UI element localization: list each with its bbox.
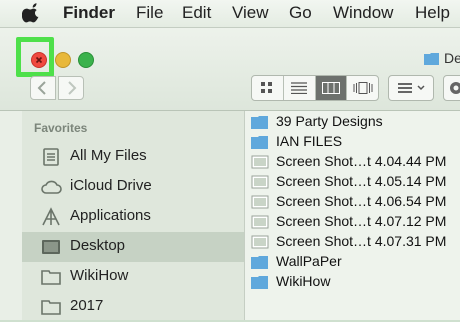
sidebar-item-icloud-drive[interactable]: iCloud Drive [22, 172, 244, 202]
list-item[interactable]: Screen Shot…t 4.07.12 PM [245, 212, 460, 232]
all-files-icon [43, 148, 59, 166]
file-name: Screen Shot…t 4.06.54 PM [276, 193, 447, 209]
image-file-icon [251, 235, 269, 249]
chevron-left-icon [37, 81, 46, 95]
gear-icon [450, 82, 460, 94]
action-button[interactable] [443, 75, 460, 101]
view-mode-group [251, 75, 379, 101]
finder-window: De Favorites All My Files iCloud Drive A… [0, 28, 460, 320]
sidebar-item-label: WikiHow [70, 267, 129, 284]
menu-window[interactable]: Window [333, 3, 393, 23]
sidebar-item-label: All My Files [70, 147, 147, 164]
menu-finder[interactable]: Finder [63, 3, 115, 23]
folder-icon [41, 270, 61, 285]
cover-flow-icon [353, 82, 373, 94]
sidebar-item-2017[interactable]: 2017 [22, 292, 244, 322]
icon-view-button[interactable] [252, 76, 284, 100]
list-view-button[interactable] [284, 76, 316, 100]
file-name: WikiHow [276, 273, 331, 289]
sidebar-item-label: iCloud Drive [70, 177, 152, 194]
folder-icon [251, 256, 268, 269]
minimize-button[interactable] [55, 52, 71, 68]
menu-view[interactable]: View [232, 3, 269, 23]
list-item[interactable]: Screen Shot…t 4.05.14 PM [245, 172, 460, 192]
folder-icon [251, 276, 268, 289]
file-name: Screen Shot…t 4.04.44 PM [276, 153, 447, 169]
menu-file[interactable]: File [136, 3, 163, 23]
image-file-icon [251, 175, 269, 189]
sidebar-item-label: Applications [70, 207, 151, 224]
file-name: 39 Party Designs [276, 113, 383, 129]
sidebar-item-wikihow[interactable]: WikiHow [22, 262, 244, 292]
image-file-icon [251, 195, 269, 209]
window-toolbar: De [0, 28, 460, 111]
sidebar-item-desktop[interactable]: Desktop [22, 232, 244, 262]
file-name: WallPaPer [276, 253, 342, 269]
sidebar-item-all-my-files[interactable]: All My Files [22, 142, 244, 172]
folder-icon [251, 136, 268, 149]
file-name: Screen Shot…t 4.05.14 PM [276, 173, 447, 189]
sidebar-item-label: 2017 [70, 297, 104, 314]
cloud-icon [41, 180, 62, 194]
image-file-icon [251, 215, 269, 229]
folder-icon [424, 53, 439, 65]
folder-icon [251, 116, 268, 129]
sidebar-item-label: Desktop [70, 237, 126, 254]
list-item[interactable]: IAN FILES [245, 132, 460, 152]
menu-help[interactable]: Help [415, 3, 450, 23]
window-title: De [444, 50, 460, 66]
column-view-button[interactable] [315, 76, 348, 100]
highlight-box [16, 37, 54, 77]
list-item[interactable]: Screen Shot…t 4.07.31 PM [245, 232, 460, 252]
chevron-right-icon [68, 81, 77, 95]
sidebar-item-applications[interactable]: Applications [22, 202, 244, 232]
list-item[interactable]: WikiHow [245, 272, 460, 292]
file-list: 39 Party Designs IAN FILES Screen Shot…t… [245, 111, 460, 320]
folder-icon [41, 300, 61, 315]
file-name: IAN FILES [276, 133, 343, 149]
sidebar: Favorites All My Files iCloud Drive Appl… [22, 111, 245, 320]
list-icon [291, 82, 308, 94]
zoom-button[interactable] [78, 52, 94, 68]
menu-bar: Finder File Edit View Go Window Help [0, 0, 460, 28]
list-item[interactable]: WallPaPer [245, 252, 460, 272]
list-item[interactable]: Screen Shot…t 4.06.54 PM [245, 192, 460, 212]
arrange-button[interactable] [388, 75, 434, 101]
back-button[interactable] [30, 76, 56, 100]
file-name: Screen Shot…t 4.07.12 PM [276, 213, 447, 229]
grid-icon [261, 82, 273, 93]
cover-flow-button[interactable] [347, 76, 378, 100]
menu-edit[interactable]: Edit [182, 3, 211, 23]
arrange-icon [398, 83, 425, 93]
applications-icon [42, 207, 60, 226]
list-item[interactable]: Screen Shot…t 4.04.44 PM [245, 152, 460, 172]
apple-icon[interactable] [22, 3, 42, 23]
columns-icon [321, 82, 340, 94]
list-item[interactable]: 39 Party Designs [245, 112, 460, 132]
desktop-icon [42, 240, 60, 254]
menu-go[interactable]: Go [289, 3, 312, 23]
file-name: Screen Shot…t 4.07.31 PM [276, 233, 447, 249]
sidebar-heading: Favorites [34, 121, 88, 135]
forward-button[interactable] [58, 76, 84, 100]
image-file-icon [251, 155, 269, 169]
